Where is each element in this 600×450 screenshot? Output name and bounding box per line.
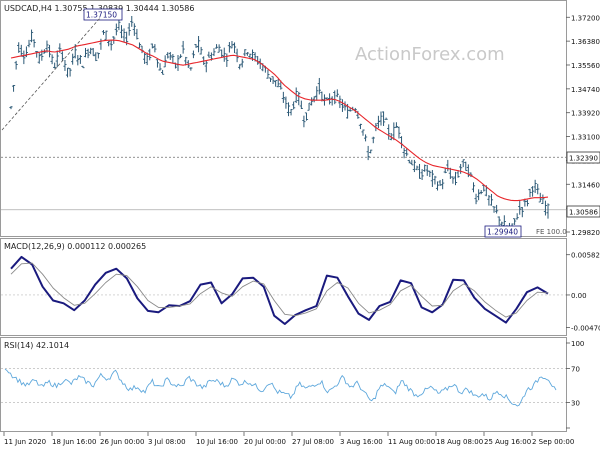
level-price-tag-text: 1.32390 xyxy=(569,155,598,163)
x-tick-label: 18 Jun 16:00 xyxy=(52,438,96,446)
macd-y-tick-label: -0.004701 xyxy=(571,324,600,332)
price-y-tick-label: 1.35560 xyxy=(571,62,600,70)
fibo-dashed-line xyxy=(1,17,101,131)
x-tick-label: 25 Aug 16:00 xyxy=(484,438,531,446)
chart-canvas: ActionForex.com USDCAD,H4 1.30755 1.3083… xyxy=(0,0,600,446)
high-label: 1.37150 xyxy=(86,11,117,20)
macd-y-tick-label: 0.00 xyxy=(571,292,587,300)
level-price-tag: 1.32390 xyxy=(566,151,600,164)
x-tick-label: 26 Jun 00:00 xyxy=(100,438,144,446)
x-tick-label: 20 Jul 00:00 xyxy=(244,438,286,446)
rsi-y-tick-label: 30 xyxy=(571,400,580,408)
rsi-panel-header: RSI(14) 42.1014 xyxy=(4,341,69,350)
low-annotation: 1.29940 xyxy=(484,225,522,238)
macd-panel-frame xyxy=(0,238,567,336)
price-y-tick-label: 1.33100 xyxy=(571,134,600,142)
x-tick-label: 10 Jul 16:00 xyxy=(196,438,238,446)
x-tick-label: 11 Aug 00:00 xyxy=(388,438,435,446)
fe-label: FE 100.0 xyxy=(536,228,567,236)
x-tick-label: 2 Sep 00:00 xyxy=(532,438,574,446)
rsi-plot: 100 70 30 xyxy=(1,340,584,429)
price-y-tick-label: 1.31460 xyxy=(571,181,600,189)
price-y-tick-label: 1.34740 xyxy=(571,86,600,94)
rsi-y-tick-label: 100 xyxy=(571,340,584,348)
rsi-line xyxy=(4,368,557,407)
x-tick-label: 3 Jul 08:00 xyxy=(148,438,186,446)
price-panel-frame xyxy=(0,0,567,237)
x-tick-label: 18 Aug 08:00 xyxy=(436,438,483,446)
low-label: 1.29940 xyxy=(487,228,518,237)
forex-chart-window: ActionForex.com USDCAD,H4 1.30755 1.3083… xyxy=(0,0,600,450)
price-y-tick-label: 1.36380 xyxy=(571,38,600,46)
price-y-tick-label: 1.33920 xyxy=(571,110,600,118)
rsi-panel-frame xyxy=(0,337,567,432)
x-tick-label: 27 Jul 08:00 xyxy=(292,438,334,446)
price-y-tick-label: 1.37200 xyxy=(571,14,600,22)
x-tick-label: 11 Jun 2020 xyxy=(4,438,46,446)
price-y-tick-label: 1.29820 xyxy=(571,229,600,237)
rsi-y-tick-label: 70 xyxy=(571,366,580,374)
macd-y-tick-label: 0.005821 xyxy=(571,252,600,260)
x-tick-label: 3 Aug 16:00 xyxy=(340,438,383,446)
price-y-axis: 1.37200 1.36380 1.35560 1.34740 1.33920 1.331… xyxy=(566,14,600,237)
macd-line xyxy=(10,255,549,325)
macd-plot: 0.005821 0.00 -0.004701 xyxy=(1,252,600,332)
time-x-axis: 11 Jun 2020 18 Jun 16:00 26 Jun 00:00 3 Jul… xyxy=(3,432,574,446)
level-lines xyxy=(1,156,566,211)
high-annotation: 1.37150 xyxy=(83,8,123,21)
watermark-text: ActionForex.com xyxy=(355,44,505,65)
current-price-tag-text: 1.30586 xyxy=(569,209,598,217)
current-price-tag: 1.30586 xyxy=(566,205,600,218)
macd-panel-header: MACD(12,26,9) 0.000112 0.000265 xyxy=(4,242,146,251)
